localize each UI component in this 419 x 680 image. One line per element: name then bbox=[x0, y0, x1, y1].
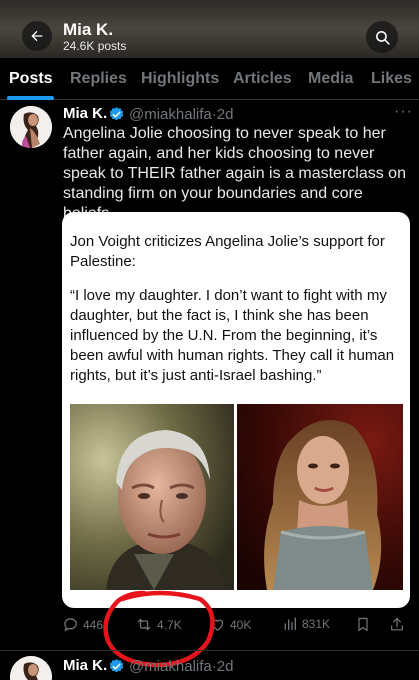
repost-count: 4.7K bbox=[157, 617, 182, 632]
views-count: 831K bbox=[302, 617, 331, 631]
author-handle[interactable]: @miakhalifa·2d bbox=[129, 658, 233, 675]
reply-button[interactable]: 446 bbox=[62, 616, 103, 633]
search-icon bbox=[375, 30, 390, 45]
reply-icon bbox=[64, 618, 77, 632]
bookmark-icon bbox=[358, 617, 368, 632]
tab-media[interactable]: Media bbox=[308, 70, 353, 88]
search-button[interactable] bbox=[366, 21, 398, 53]
tab-posts[interactable]: Posts bbox=[9, 70, 53, 88]
tab-highlights[interactable]: Highlights bbox=[141, 70, 219, 88]
card-quote: “I love my daughter. I don’t want to fig… bbox=[70, 287, 395, 384]
profile-tabs: Posts Replies Highlights Articles Media … bbox=[0, 58, 419, 100]
tab-likes[interactable]: Likes bbox=[371, 70, 412, 88]
avatar[interactable] bbox=[10, 656, 52, 680]
photo-man bbox=[70, 404, 234, 590]
back-button[interactable] bbox=[22, 21, 52, 51]
post-time: 2d bbox=[216, 658, 234, 675]
handle-text: @miakhalifa bbox=[129, 106, 212, 123]
heart-icon bbox=[211, 619, 224, 631]
arrow-left-icon bbox=[31, 30, 43, 42]
tweet-text: Angelina Jolie choosing to never speak t… bbox=[63, 125, 406, 222]
like-button[interactable]: 40K bbox=[209, 616, 251, 633]
repost-icon bbox=[137, 618, 151, 631]
card-headline: Jon Voight criticizes Angelina Jolie’s s… bbox=[70, 233, 385, 270]
like-count: 40K bbox=[230, 617, 252, 632]
author-name[interactable]: Mia K. bbox=[63, 657, 107, 674]
handle-text: @miakhalifa bbox=[129, 658, 212, 675]
repost-button[interactable]: 4.7K bbox=[135, 616, 182, 633]
author-name[interactable]: Mia K. bbox=[63, 105, 107, 122]
verified-badge-icon bbox=[109, 659, 124, 673]
posts-count: 24.6K posts bbox=[63, 39, 127, 53]
post-time: 2d bbox=[216, 106, 234, 123]
photo-woman bbox=[237, 404, 403, 590]
tweet-actions: 446 4.7K 40K 831K bbox=[0, 612, 419, 640]
active-tab-indicator bbox=[7, 96, 54, 100]
verified-badge-icon bbox=[109, 107, 124, 121]
profile-header: Mia K. 24.6K posts bbox=[0, 0, 419, 58]
reply-count: 446 bbox=[83, 617, 104, 632]
tab-articles[interactable]: Articles bbox=[233, 70, 292, 88]
author-handle[interactable]: @miakhalifa·2d bbox=[129, 106, 233, 123]
profile-name: Mia K. bbox=[63, 20, 114, 39]
share-button[interactable] bbox=[389, 616, 405, 633]
avatar[interactable] bbox=[10, 106, 52, 148]
bookmark-button[interactable] bbox=[355, 616, 371, 633]
media-card[interactable]: Jon Voight criticizes Angelina Jolie’s s… bbox=[62, 212, 410, 608]
views-button[interactable]: 831K bbox=[282, 616, 330, 632]
views-chart-icon bbox=[284, 617, 296, 630]
tweet-divider bbox=[0, 650, 419, 651]
share-icon bbox=[391, 617, 403, 631]
tab-replies[interactable]: Replies bbox=[70, 70, 127, 88]
more-options-icon[interactable]: ··· bbox=[394, 103, 413, 121]
